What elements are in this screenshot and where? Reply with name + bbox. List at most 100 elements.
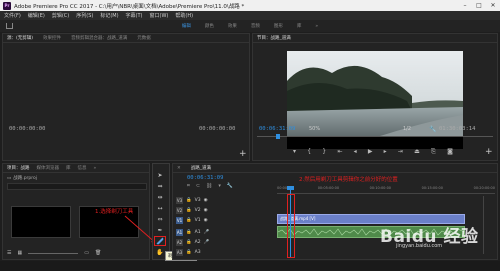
track-target[interactable]: A1 (176, 229, 183, 236)
icon-view-icon[interactable]: ▦ (17, 250, 22, 256)
mark-in-icon[interactable]: { (307, 148, 311, 156)
project-file-name: 战路.prproj (13, 176, 38, 181)
nest-icon[interactable]: ⌗ (187, 183, 190, 189)
lock-icon[interactable]: 🔒 (186, 198, 192, 203)
list-view-icon[interactable]: ☰ (7, 250, 11, 256)
zoom-select[interactable]: 50% (309, 126, 320, 132)
menu-help[interactable]: 帮助(H) (175, 12, 193, 19)
tab-effect-controls[interactable]: 效果控件 (43, 35, 61, 41)
slip-tool-icon[interactable]: ⇔ (154, 214, 166, 224)
program-video-frame (287, 51, 463, 149)
tab-audio-mixer[interactable]: 音频剪辑混合器：战路_道满 (71, 35, 127, 41)
track-select-tool-icon[interactable]: ⇛ (154, 181, 166, 191)
mic-icon[interactable]: 🎤 (204, 230, 210, 235)
watermark-url: jingyan.baidu.com (396, 243, 443, 249)
workspace-edit[interactable]: 编辑 (182, 23, 191, 29)
status-bar (0, 261, 500, 271)
workspace-libraries[interactable]: 库 (297, 23, 302, 29)
go-to-out-icon[interactable]: ⇥ (398, 148, 403, 156)
program-timecode[interactable]: 00:06:31:09 (259, 126, 295, 132)
step-back-icon[interactable]: ◂ (354, 148, 357, 156)
tab-project[interactable]: 项目：战路 (7, 165, 30, 171)
menu-marker[interactable]: 标记(M) (100, 12, 118, 19)
track-target[interactable]: V1 (176, 217, 183, 224)
snap-icon[interactable]: ⊂ (196, 183, 200, 189)
timeline-playhead-handle[interactable] (287, 186, 294, 190)
zoom-slider[interactable] (28, 253, 79, 254)
tab-info[interactable]: 信息 (78, 165, 87, 171)
ruler-mark: 00:15:00:00 (421, 186, 443, 190)
extract-icon[interactable]: ⎘ (431, 148, 436, 156)
panel-overflow[interactable]: » (94, 166, 97, 171)
add-marker-icon[interactable]: ▾ (293, 148, 296, 156)
menu-file[interactable]: 文件(F) (4, 12, 21, 19)
playhead-marker[interactable] (276, 134, 280, 139)
track-target[interactable]: V3 (176, 197, 183, 204)
scrub-bar[interactable] (257, 136, 493, 137)
mic-icon[interactable]: 🎤 (204, 240, 210, 245)
new-bin-icon[interactable]: ▭ (84, 250, 89, 256)
tab-timeline-sequence[interactable]: 战路_道满 (191, 165, 211, 171)
add-marker-timeline-icon[interactable]: ▾ (218, 183, 221, 189)
home-icon[interactable] (6, 23, 13, 29)
delete-icon[interactable]: 🗑 (95, 250, 101, 256)
camera-icon[interactable]: ◙ (447, 148, 453, 156)
razor-tool-icon[interactable] (154, 236, 166, 246)
tab-libraries[interactable]: 库 (66, 165, 71, 171)
workspace-overflow[interactable]: » (315, 24, 318, 29)
source-add-button[interactable]: + (239, 150, 247, 159)
menu-sequence[interactable]: 序列(S) (76, 12, 93, 19)
tab-media-browser[interactable]: 媒体浏览器 (37, 165, 60, 171)
track-header-a3: A3 🔒 A3 (173, 248, 201, 257)
maximize-icon[interactable]: □ (472, 0, 486, 11)
tab-metadata[interactable]: 元数据 (137, 35, 151, 41)
ruler-mark: 00:20:00:00 (473, 186, 495, 190)
timeline-ruler[interactable]: 00:00 00:05:00:00 00:10:00:00 00:15:00:0… (277, 186, 495, 194)
eye-icon[interactable]: ◉ (204, 208, 208, 213)
rate-stretch-tool-icon[interactable]: ↔ (154, 203, 166, 213)
play-icon[interactable]: ▶ (368, 148, 373, 156)
go-to-in-icon[interactable]: ⇤ (337, 148, 342, 156)
menu-edit[interactable]: 编辑(E) (28, 12, 45, 19)
lock-icon[interactable]: 🔒 (186, 230, 192, 235)
settings-icon[interactable]: 🔧 (227, 183, 233, 189)
wrench-icon[interactable]: 🔧 (429, 126, 436, 133)
workspace-effects[interactable]: 效果 (228, 23, 237, 29)
program-panel: 节目：战路_道满 00:06:31:09 50% 1/2 🔧 01:30:03:… (252, 33, 498, 161)
source-timecode-left[interactable]: 00:00:00:00 (9, 126, 45, 132)
track-target[interactable]: A2 (176, 239, 183, 246)
close-icon[interactable]: ✕ (486, 0, 500, 11)
tab-program[interactable]: 节目：战路_道满 (257, 35, 291, 41)
lock-icon[interactable]: 🔒 (186, 250, 192, 255)
workspace-color[interactable]: 颜色 (205, 23, 214, 29)
ripple-edit-tool-icon[interactable]: ⇹ (154, 192, 166, 202)
timeline-timecode[interactable]: 00:06:31:09 (187, 175, 223, 181)
lock-icon[interactable]: 🔒 (186, 208, 192, 213)
track-target[interactable]: A3 (176, 249, 183, 256)
menu-clip[interactable]: 剪辑(C) (52, 12, 69, 19)
quality-select[interactable]: 1/2 (403, 126, 411, 132)
project-search-input[interactable] (7, 183, 147, 190)
menu-window[interactable]: 窗口(W) (150, 12, 169, 19)
clip-thumbnail[interactable] (11, 206, 71, 238)
lock-icon[interactable]: 🔒 (186, 240, 192, 245)
program-add-button[interactable]: + (485, 148, 493, 157)
timeline-close-icon[interactable]: ✕ (177, 166, 181, 171)
title-bar: Pr Adobe Premiere Pro CC 2017 - C:\用户\NB… (0, 0, 500, 11)
mark-out-icon[interactable]: } (322, 148, 326, 156)
track-target[interactable]: V2 (176, 207, 183, 214)
selection-tool-icon[interactable]: ➤ (154, 170, 166, 180)
workspace-audio[interactable]: 音频 (251, 23, 260, 29)
lock-icon[interactable]: 🔒 (186, 218, 192, 223)
linked-icon[interactable]: ⛓ (206, 183, 212, 189)
menu-title[interactable]: 字幕(T) (126, 12, 143, 19)
workspace-graphics[interactable]: 图形 (274, 23, 283, 29)
step-forward-icon[interactable]: ▸ (384, 148, 387, 156)
minimize-icon[interactable]: – (458, 0, 472, 11)
eye-icon[interactable]: ◉ (204, 218, 208, 223)
eye-icon[interactable]: ◉ (204, 198, 208, 203)
timeline-scrollbar[interactable] (483, 196, 491, 254)
tab-source[interactable]: 源：(无剪辑) (7, 35, 33, 41)
pen-tool-icon[interactable]: ✒ (154, 225, 166, 235)
lift-icon[interactable]: ⏏ (414, 148, 420, 156)
